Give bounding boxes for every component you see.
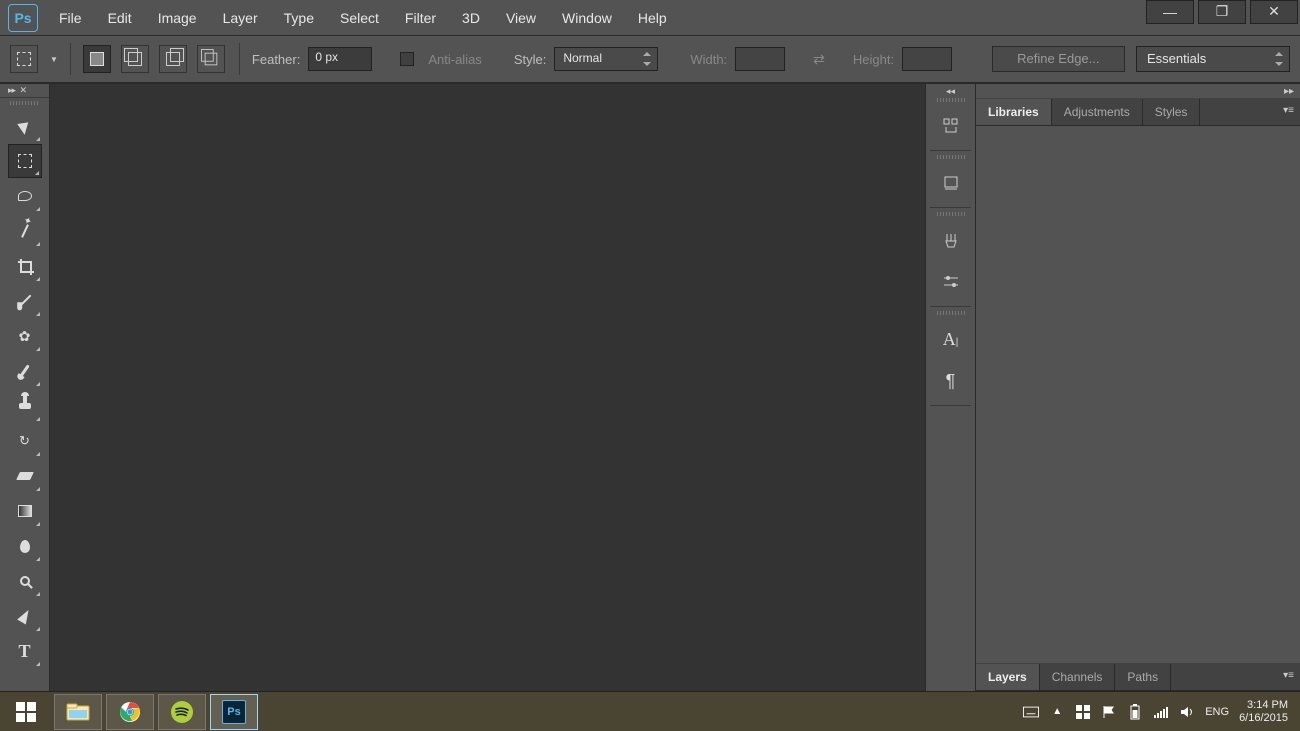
menu-bar: Ps File Edit Image Layer Type Select Fil… <box>0 0 1300 36</box>
collapsed-panel-strip: ◂◂ A| ¶ <box>926 84 976 691</box>
options-bar: ▼ Feather: 0 px Anti-alias Style: Normal… <box>0 36 1300 84</box>
swap-wh-icon: ⇄ <box>813 51 825 68</box>
right-panel-dock: ▸▸ Libraries Adjustments Styles ▾≡ Layer… <box>976 84 1300 691</box>
height-input <box>902 47 952 71</box>
eraser-tool[interactable] <box>8 459 42 493</box>
tool-preset-dropdown-icon[interactable]: ▼ <box>50 55 58 64</box>
menu-type[interactable]: Type <box>271 10 327 26</box>
panel-menu-icon[interactable]: ▾≡ <box>1283 105 1294 116</box>
tray-flag-icon[interactable] <box>1101 704 1117 720</box>
feather-input[interactable]: 0 px <box>308 47 372 71</box>
style-select[interactable]: Normal <box>554 47 658 71</box>
panel-collapse-icon[interactable]: ▸▸ <box>976 84 1300 98</box>
libraries-panel-body[interactable] <box>976 126 1300 663</box>
blur-tool[interactable] <box>8 529 42 563</box>
history-brush-tool[interactable]: ↻ <box>8 424 42 458</box>
panel-menu-icon-2[interactable]: ▾≡ <box>1283 670 1294 681</box>
menu-layer[interactable]: Layer <box>210 10 271 26</box>
menu-help[interactable]: Help <box>625 10 680 26</box>
height-label: Height: <box>853 52 894 67</box>
selection-add-button[interactable] <box>121 45 149 73</box>
tab-paths[interactable]: Paths <box>1115 664 1171 690</box>
tab-styles[interactable]: Styles <box>1143 99 1201 125</box>
menu-select[interactable]: Select <box>327 10 392 26</box>
tab-libraries[interactable]: Libraries <box>976 99 1052 125</box>
tray-volume-icon[interactable] <box>1179 704 1195 720</box>
refine-edge-button[interactable]: Refine Edge... <box>992 46 1124 72</box>
healing-brush-tool[interactable]: ✿ <box>8 319 42 353</box>
window-controls: — ❐ ✕ <box>1144 12 1300 24</box>
menu-window[interactable]: Window <box>549 10 625 26</box>
tray-up-icon[interactable]: ▲ <box>1049 704 1065 720</box>
clone-stamp-tool[interactable] <box>8 389 42 423</box>
workspace-switcher[interactable]: Essentials <box>1136 46 1290 72</box>
type-tool[interactable]: T <box>8 634 42 668</box>
taskbar-spotify[interactable] <box>158 694 206 730</box>
strip-expand-icon[interactable]: ◂◂ <box>926 84 975 98</box>
paragraph-panel-icon[interactable]: ¶ <box>933 363 969 399</box>
close-button[interactable]: ✕ <box>1250 0 1298 24</box>
brushes-panel-icon[interactable] <box>933 222 969 258</box>
brush-presets-panel-icon[interactable] <box>933 264 969 300</box>
menu-edit[interactable]: Edit <box>95 10 145 26</box>
selection-subtract-button[interactable] <box>159 45 187 73</box>
move-tool[interactable] <box>8 109 42 143</box>
start-button[interactable] <box>2 694 50 730</box>
tools-panel-header[interactable]: ▸▸ ✕ <box>0 84 49 98</box>
gradient-tool[interactable] <box>8 494 42 528</box>
crop-tool[interactable] <box>8 249 42 283</box>
selection-intersect-button[interactable] <box>197 45 225 73</box>
eyedropper-tool[interactable] <box>8 284 42 318</box>
style-label: Style: <box>514 52 547 67</box>
zoom-tool[interactable] <box>8 564 42 598</box>
antialias-checkbox <box>400 52 414 66</box>
taskbar-explorer[interactable] <box>54 694 102 730</box>
panel-group-1-tabs: Libraries Adjustments Styles ▾≡ <box>976 98 1300 126</box>
maximize-button[interactable]: ❐ <box>1198 0 1246 24</box>
canvas-area[interactable] <box>50 84 926 691</box>
pen-tool[interactable] <box>8 599 42 633</box>
history-panel-icon[interactable] <box>933 108 969 144</box>
selection-new-button[interactable] <box>83 45 111 73</box>
menu-file[interactable]: File <box>46 10 95 26</box>
menu-image[interactable]: Image <box>145 10 210 26</box>
panel-group-2-tabs: Layers Channels Paths ▾≡ <box>976 663 1300 691</box>
marquee-tool[interactable] <box>8 144 42 178</box>
current-tool-icon[interactable] <box>10 45 38 73</box>
photoshop-logo: Ps <box>8 4 38 32</box>
antialias-label: Anti-alias <box>428 52 481 67</box>
system-tray: ▲ ENG 3:14 PM 6/16/2015 <box>1023 699 1298 725</box>
lasso-tool[interactable] <box>8 179 42 213</box>
character-panel-icon[interactable]: A| <box>933 321 969 357</box>
menu-3d[interactable]: 3D <box>449 10 493 26</box>
feather-label: Feather: <box>252 52 300 67</box>
tab-layers[interactable]: Layers <box>976 664 1040 690</box>
tray-keyboard-icon[interactable] <box>1023 704 1039 720</box>
properties-panel-icon[interactable] <box>933 165 969 201</box>
taskbar-chrome[interactable] <box>106 694 154 730</box>
tab-channels[interactable]: Channels <box>1040 664 1116 690</box>
tray-battery-icon[interactable] <box>1127 704 1143 720</box>
tray-clock[interactable]: 3:14 PM 6/16/2015 <box>1239 699 1288 725</box>
menu-view[interactable]: View <box>493 10 549 26</box>
width-input <box>735 47 785 71</box>
tray-network-icon[interactable] <box>1153 704 1169 720</box>
width-label: Width: <box>690 52 727 67</box>
tray-time: 3:14 PM <box>1239 699 1288 712</box>
tray-language[interactable]: ENG <box>1205 706 1229 718</box>
minimize-button[interactable]: — <box>1146 0 1194 24</box>
tools-panel: ▸▸ ✕ ✿ ↻ T <box>0 84 50 691</box>
magic-wand-tool[interactable] <box>8 214 42 248</box>
tray-win-icon[interactable] <box>1075 704 1091 720</box>
brush-tool[interactable] <box>8 354 42 388</box>
main-area: ▸▸ ✕ ✿ ↻ T ◂◂ A| ¶ <box>0 84 1300 691</box>
tab-adjustments[interactable]: Adjustments <box>1052 99 1143 125</box>
taskbar-photoshop[interactable]: Ps <box>210 694 258 730</box>
tray-date: 6/16/2015 <box>1239 712 1288 725</box>
menu-filter[interactable]: Filter <box>392 10 449 26</box>
windows-taskbar: Ps ▲ ENG 3:14 PM 6/16/2015 <box>0 691 1300 731</box>
